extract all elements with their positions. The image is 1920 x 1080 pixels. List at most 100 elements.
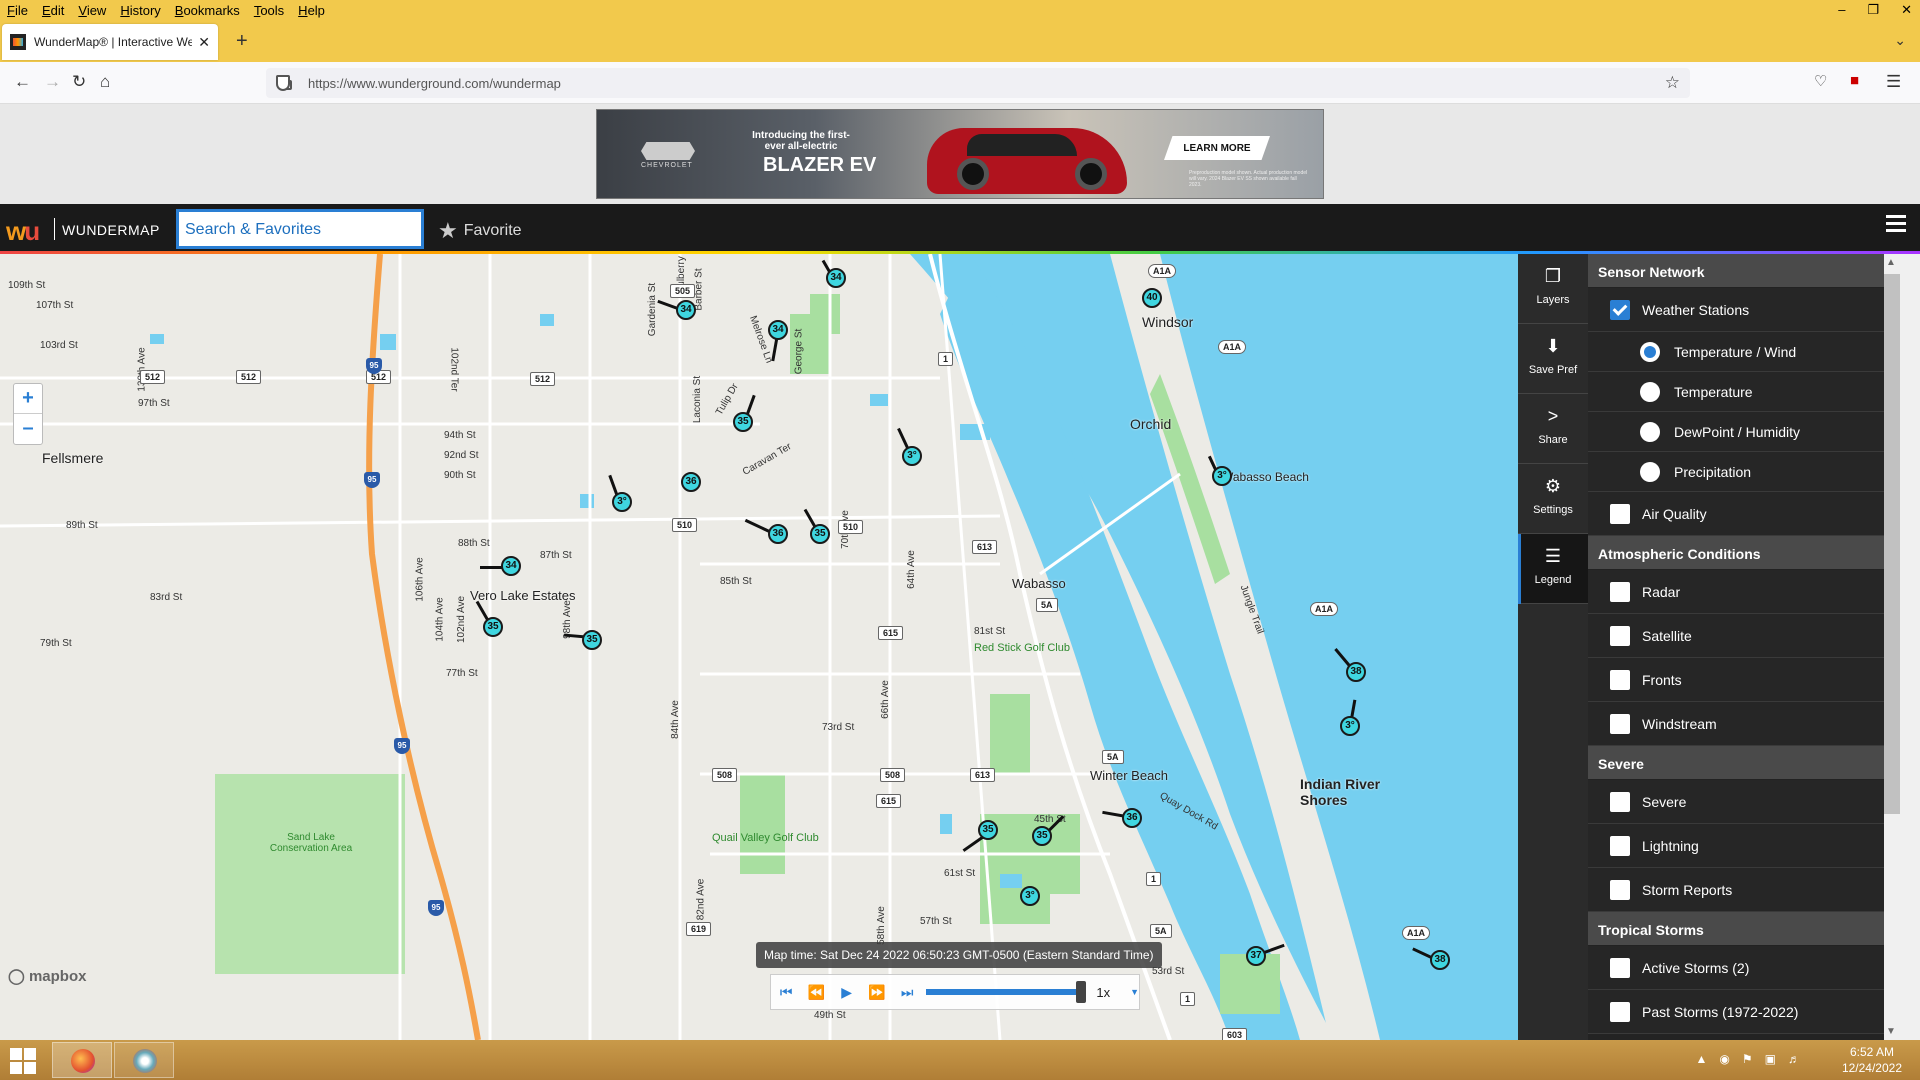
hamburger-menu-icon[interactable]: ☰ — [1886, 72, 1901, 92]
weather-station-marker[interactable]: 34 — [768, 320, 788, 340]
weather-station-marker[interactable]: 40 — [1142, 288, 1162, 308]
weather-station-marker[interactable]: 37 — [1246, 946, 1266, 966]
checkbox[interactable] — [1610, 581, 1630, 602]
weather-station-marker[interactable]: 3° — [612, 492, 632, 512]
active-storms-toggle[interactable]: Active Storms (2) — [1588, 946, 1884, 990]
back-icon[interactable]: ← — [14, 72, 31, 92]
checkbox[interactable] — [1610, 713, 1630, 734]
checkbox[interactable] — [1610, 791, 1630, 812]
menu-history[interactable]: History — [113, 3, 167, 18]
menu-tools[interactable]: Tools — [247, 3, 291, 18]
menu-edit[interactable]: Edit — [35, 3, 71, 18]
radio-selected[interactable] — [1640, 341, 1660, 362]
volume-icon[interactable]: ♬ — [1788, 1052, 1800, 1066]
checkbox[interactable] — [1610, 835, 1630, 856]
windows-start-icon[interactable] — [10, 1048, 36, 1074]
weather-station-marker[interactable]: 34 — [501, 556, 521, 576]
radar-toggle[interactable]: Radar — [1588, 570, 1884, 614]
legend-button[interactable]: ☰ Legend — [1518, 534, 1588, 604]
forward-icon[interactable]: → — [44, 72, 61, 92]
close-icon[interactable]: ✕ — [1901, 2, 1912, 18]
paint-taskbar-button[interactable] — [114, 1042, 174, 1078]
reload-icon[interactable]: ↻ — [72, 72, 86, 92]
network-icon[interactable]: ▣ — [1765, 1052, 1776, 1066]
skip-forward-button[interactable]: ⏭ — [892, 975, 922, 1009]
chevron-down-icon[interactable]: ⌄ — [1894, 32, 1906, 49]
fast-forward-button[interactable]: ⏩ — [862, 975, 892, 1009]
weather-station-marker[interactable]: 34 — [676, 300, 696, 320]
zoom-in-button[interactable]: + — [14, 384, 42, 414]
weather-station-marker[interactable]: 38 — [1430, 950, 1450, 970]
weather-station-marker[interactable]: 35 — [483, 617, 503, 637]
weather-station-marker[interactable]: 36 — [768, 524, 788, 544]
address-bar[interactable]: https://www.wunderground.com/wundermap ☆ — [266, 68, 1690, 98]
tray-arrow-icon[interactable]: ▲ — [1696, 1052, 1708, 1066]
settings-button[interactable]: ⚙ Settings — [1518, 464, 1588, 534]
weather-station-marker[interactable]: 38 — [1346, 662, 1366, 682]
weather-station-marker[interactable]: 35 — [582, 630, 602, 650]
radio-temperature-wind[interactable]: Temperature / Wind — [1588, 332, 1884, 372]
radio-unselected[interactable] — [1640, 421, 1660, 442]
learn-more-button[interactable]: LEARN MORE — [1164, 136, 1270, 160]
menu-view[interactable]: View — [71, 3, 113, 18]
windstream-toggle[interactable]: Windstream — [1588, 702, 1884, 746]
weather-station-marker[interactable]: 35 — [978, 820, 998, 840]
advertisement-banner[interactable]: CHEVROLET Introducing the first-ever all… — [596, 109, 1324, 199]
checkbox[interactable] — [1610, 503, 1630, 524]
radio-temperature[interactable]: Temperature — [1588, 372, 1884, 412]
firefox-taskbar-button[interactable] — [52, 1042, 112, 1078]
wu-logo[interactable]: wu — [6, 216, 40, 247]
favorite-button[interactable]: ★ Favorite — [438, 218, 522, 244]
radio-unselected[interactable] — [1640, 381, 1660, 402]
air-quality-toggle[interactable]: Air Quality — [1588, 492, 1884, 536]
weather-station-marker[interactable]: 35 — [733, 412, 753, 432]
home-icon[interactable]: ⌂ — [100, 72, 110, 92]
menu-bookmarks[interactable]: Bookmarks — [168, 3, 247, 18]
scroll-down-icon[interactable]: ▼ — [1886, 1026, 1896, 1037]
save-pref-button[interactable]: ⬇ Save Pref — [1518, 324, 1588, 394]
new-tab-icon[interactable]: + — [236, 30, 248, 53]
weather-station-marker[interactable]: 35 — [810, 524, 830, 544]
weather-station-marker[interactable]: 3° — [902, 446, 922, 466]
weather-stations-toggle[interactable]: Weather Stations — [1588, 288, 1884, 332]
chevron-down-icon[interactable]: ▼ — [1130, 987, 1139, 997]
rewind-button[interactable]: ⏪ — [801, 975, 831, 1009]
search-input[interactable]: Search & Favorites — [176, 209, 424, 249]
tracking-shield-icon[interactable] — [276, 75, 290, 91]
checkbox[interactable] — [1610, 669, 1630, 690]
radio-unselected[interactable] — [1640, 461, 1660, 482]
skip-back-button[interactable]: ⏮ — [771, 975, 801, 1009]
url-text[interactable]: https://www.wunderground.com/wundermap — [308, 76, 561, 91]
checkbox[interactable] — [1610, 625, 1630, 646]
weather-station-marker[interactable]: 3° — [1212, 466, 1232, 486]
playback-speed[interactable]: 1x — [1096, 985, 1110, 1000]
checkbox[interactable] — [1610, 957, 1630, 978]
flag-icon[interactable]: ⚑ — [1742, 1052, 1753, 1066]
weather-station-marker[interactable]: 36 — [1122, 808, 1142, 828]
weather-station-marker[interactable]: 35 — [1032, 826, 1052, 846]
checkbox-checked[interactable] — [1610, 299, 1630, 320]
extension-icon[interactable]: ■ — [1850, 72, 1859, 89]
fronts-toggle[interactable]: Fronts — [1588, 658, 1884, 702]
severe-toggle[interactable]: Severe — [1588, 780, 1884, 824]
checkbox[interactable] — [1610, 1001, 1630, 1022]
tab-close-icon[interactable]: ✕ — [198, 34, 210, 51]
tray-app-icon[interactable]: ◉ — [1719, 1052, 1729, 1066]
checkbox[interactable] — [1610, 879, 1630, 900]
weather-station-marker[interactable]: 34 — [826, 268, 846, 288]
zoom-out-button[interactable]: – — [14, 414, 42, 444]
menu-help[interactable]: Help — [291, 3, 332, 18]
map-canvas[interactable]: Fellsmere Vero Lake Estates Wabasso Wind… — [0, 254, 1518, 1040]
hamburger-menu-icon[interactable] — [1886, 215, 1906, 236]
pocket-icon[interactable]: ♡ — [1814, 72, 1827, 90]
scroll-up-icon[interactable]: ▲ — [1886, 257, 1896, 268]
timeline-thumb[interactable] — [1076, 981, 1087, 1003]
browser-tab[interactable]: WunderMap® | Interactive Wea ✕ — [2, 24, 218, 60]
restore-icon[interactable]: ❐ — [1867, 2, 1879, 18]
weather-station-marker[interactable]: 3° — [1020, 886, 1040, 906]
share-button[interactable]: > Share — [1518, 394, 1588, 464]
weather-station-marker[interactable]: 3° — [1340, 716, 1360, 736]
menu-file[interactable]: File — [0, 3, 35, 18]
timeline-slider[interactable] — [926, 981, 1087, 1003]
panel-scrollbar[interactable]: ▲ ▼ — [1884, 254, 1920, 1040]
